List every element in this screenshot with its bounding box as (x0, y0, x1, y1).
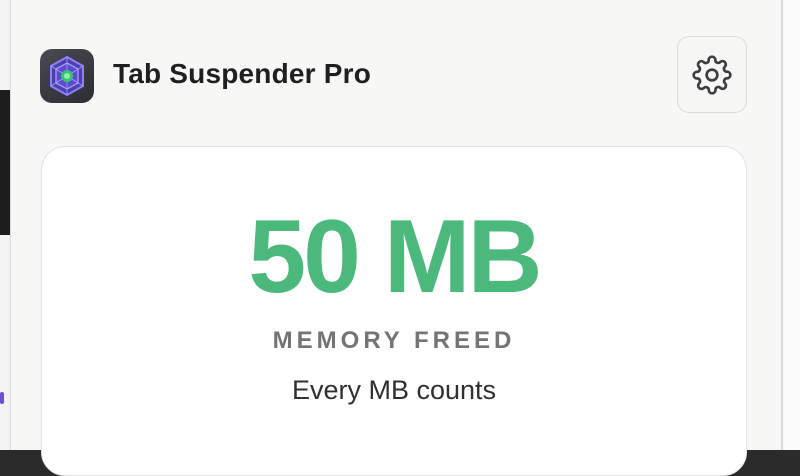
background-right-edge (782, 0, 800, 450)
hexagon-gem-icon (50, 55, 84, 97)
background-accent-mark (0, 392, 4, 404)
app-title: Tab Suspender Pro (113, 58, 372, 89)
extension-popup: Tab Suspender Pro 50 MB MEMORY FREED Eve… (10, 0, 782, 476)
memory-stats-card: 50 MB MEMORY FREED Every MB counts (41, 146, 747, 476)
memory-freed-value: 50 MB (248, 199, 542, 315)
app-logo (40, 49, 94, 103)
settings-button[interactable] (677, 36, 747, 113)
memory-freed-label: MEMORY FREED (272, 327, 516, 354)
gear-icon (692, 54, 732, 95)
popup-header: Tab Suspender Pro (11, 0, 781, 140)
memory-caption: Every MB counts (291, 375, 497, 405)
